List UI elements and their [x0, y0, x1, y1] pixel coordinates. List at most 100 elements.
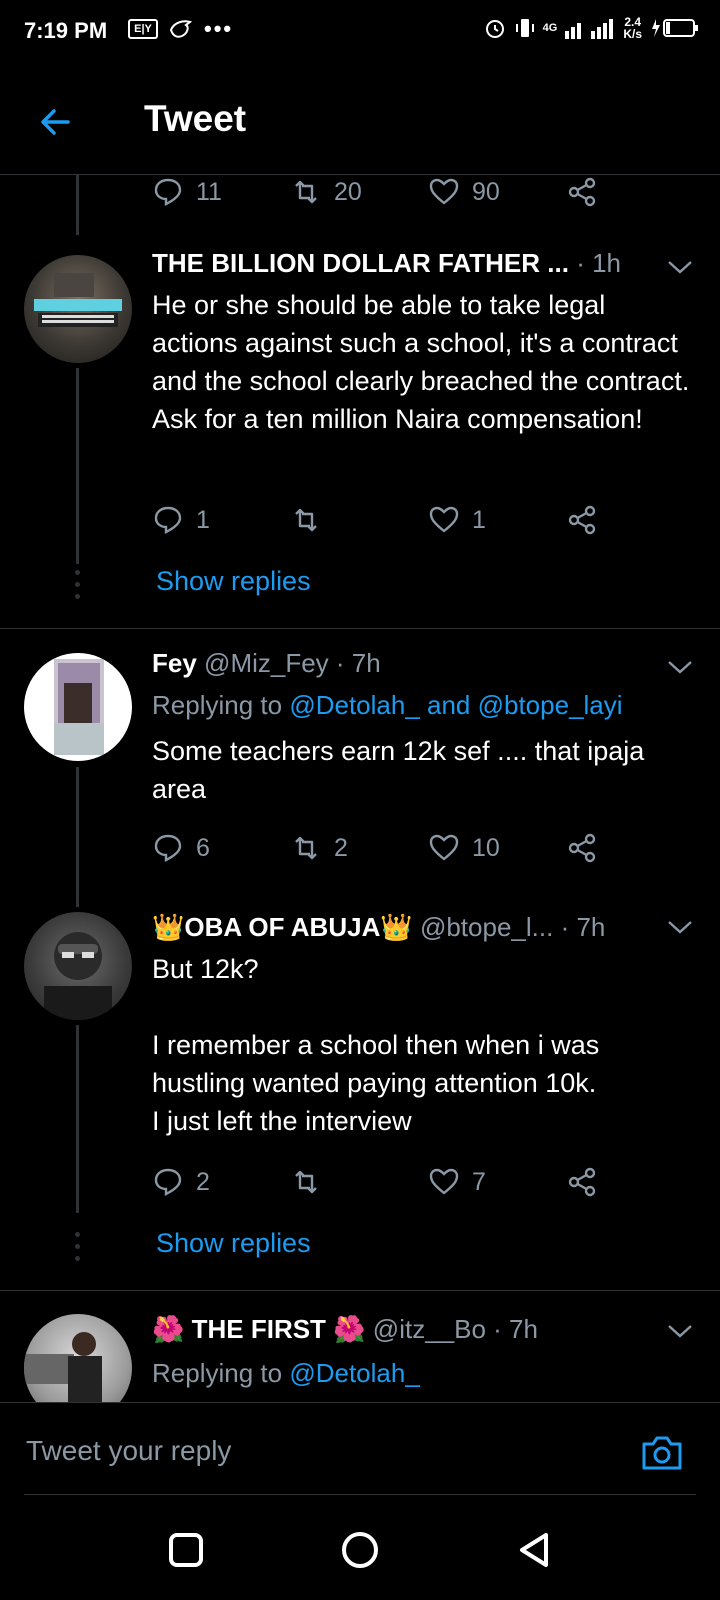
tweet-text: Some teachers earn 12k sef .... that ipa…: [152, 736, 652, 804]
retweet-button[interactable]: 2: [290, 828, 428, 868]
tweet-actions: 6 2 10: [152, 828, 622, 868]
net-speed-unit: K/s: [623, 27, 642, 41]
mention-link[interactable]: @Detolah_: [289, 1358, 419, 1388]
prev-tweet-actions: 11 20 90: [152, 172, 622, 212]
reply-icon: [154, 178, 182, 206]
tweet-divider: [0, 1290, 720, 1291]
display-name[interactable]: THE BILLION DOLLAR FATHER ...: [152, 248, 569, 278]
display-name[interactable]: OBA OF ABUJA: [184, 912, 380, 942]
chevron-down-icon[interactable]: [666, 258, 694, 276]
home-icon[interactable]: [340, 1530, 380, 1570]
network-type: 4G: [542, 22, 558, 34]
thread-line: [76, 1025, 79, 1213]
flower-emoji: 🌺: [333, 1314, 366, 1344]
share-button[interactable]: [566, 172, 606, 212]
status-bar: 7:19 PM E|Y ••• 4G 2.4 K/s: [0, 0, 720, 64]
heart-icon: [429, 1168, 459, 1195]
composer-bottom-divider: [24, 1494, 696, 1495]
tweet-divider: [0, 628, 720, 629]
thread-connector: [76, 175, 79, 235]
tweet-header: 👑OBA OF ABUJA👑 @btope_l... · 7h: [152, 912, 690, 948]
vibrate-icon: [515, 19, 534, 37]
page-title: Tweet: [144, 98, 247, 139]
reply-icon: [154, 506, 182, 534]
reply-icon: [154, 1168, 182, 1196]
back-icon[interactable]: [514, 1530, 554, 1570]
system-nav-bar: [0, 1500, 720, 1600]
chevron-down-icon[interactable]: [666, 918, 694, 936]
camera-icon[interactable]: [640, 1432, 684, 1472]
retweet-icon: [295, 836, 317, 860]
reply-button[interactable]: 2: [152, 1162, 290, 1202]
reply-button[interactable]: 11: [152, 172, 290, 212]
heart-icon: [429, 834, 459, 861]
user-handle[interactable]: @Miz_Fey: [204, 648, 329, 678]
tweet-header: Fey @Miz_Fey · 7h: [152, 648, 690, 684]
overflow-dots: •••: [204, 16, 234, 41]
avatar[interactable]: [24, 255, 132, 363]
show-replies-link[interactable]: Show replies: [156, 1228, 311, 1259]
show-replies-link[interactable]: Show replies: [156, 566, 311, 597]
crown-emoji: 👑: [380, 912, 413, 942]
avatar[interactable]: [24, 653, 132, 761]
heart-icon: [429, 506, 459, 533]
retweet-button[interactable]: [290, 500, 428, 540]
status-time: 7:19 PM: [24, 18, 108, 43]
reply-button[interactable]: 1: [152, 500, 290, 540]
alarm-icon: [485, 20, 504, 38]
chevron-down-icon[interactable]: [666, 1322, 694, 1340]
reply-input[interactable]: [24, 1430, 628, 1472]
retweet-button[interactable]: 20: [290, 172, 428, 212]
sim-badge-icon: E|Y: [128, 19, 158, 39]
like-button[interactable]: 90: [428, 172, 566, 212]
user-handle[interactable]: @btope_l...: [420, 912, 553, 942]
tweet-text: He or she should be able to take legal a…: [152, 290, 696, 434]
tweet-header: THE BILLION DOLLAR FATHER ... · 1h: [152, 248, 690, 284]
share-button[interactable]: [566, 1162, 606, 1202]
flower-emoji: 🌺: [152, 1314, 185, 1344]
tweet-actions: 2 7: [152, 1162, 622, 1202]
signal-icon: [565, 19, 614, 39]
battery-charging-icon: [652, 19, 698, 37]
avatar-image: [54, 659, 104, 755]
avatar[interactable]: [24, 912, 132, 1020]
tweet-header: 🌺 THE FIRST 🌺 @itz__Bo · 7h: [152, 1314, 690, 1350]
thread-dots: [75, 1232, 80, 1268]
thread-line: [76, 767, 79, 907]
reply-button[interactable]: 6: [152, 828, 290, 868]
heart-icon: [429, 178, 459, 205]
crown-emoji: 👑: [152, 912, 185, 942]
share-icon: [568, 505, 596, 535]
top-app-bar: Tweet: [0, 76, 720, 174]
tweet-time: · 7h: [560, 912, 606, 942]
tweet-time: · 1h: [576, 248, 621, 278]
reply-icon: [154, 834, 182, 862]
replying-to: Replying to @Detolah_ and @btope_layi: [152, 690, 623, 720]
display-name[interactable]: THE FIRST: [192, 1314, 326, 1344]
share-button[interactable]: [566, 828, 606, 868]
tweet-actions: 1 1: [152, 500, 622, 540]
like-button[interactable]: 7: [428, 1162, 566, 1202]
retweet-icon: [295, 180, 317, 204]
avatar-image: [34, 273, 122, 327]
display-name[interactable]: Fey: [152, 648, 197, 678]
share-icon: [568, 177, 596, 207]
mention-link[interactable]: @Detolah_ and @btope_layi: [289, 690, 622, 720]
thread-line: [76, 368, 79, 564]
retweet-button[interactable]: [290, 1162, 428, 1202]
recent-apps-icon[interactable]: [166, 1530, 206, 1570]
share-icon: [568, 833, 596, 863]
retweet-icon: [295, 1170, 317, 1194]
like-button[interactable]: 1: [428, 500, 566, 540]
back-arrow-icon[interactable]: [34, 100, 78, 144]
bird-notification-icon: [169, 20, 193, 38]
like-button[interactable]: 10: [428, 828, 566, 868]
chevron-down-icon[interactable]: [666, 658, 694, 676]
user-handle[interactable]: @itz__Bo: [373, 1314, 486, 1344]
reply-composer: [0, 1402, 720, 1500]
composer-top-divider: [0, 1402, 720, 1403]
retweet-icon: [295, 508, 317, 532]
tweet-text: But 12k? I remember a school then when i…: [152, 954, 600, 1136]
share-icon: [568, 1167, 596, 1197]
share-button[interactable]: [566, 500, 606, 540]
